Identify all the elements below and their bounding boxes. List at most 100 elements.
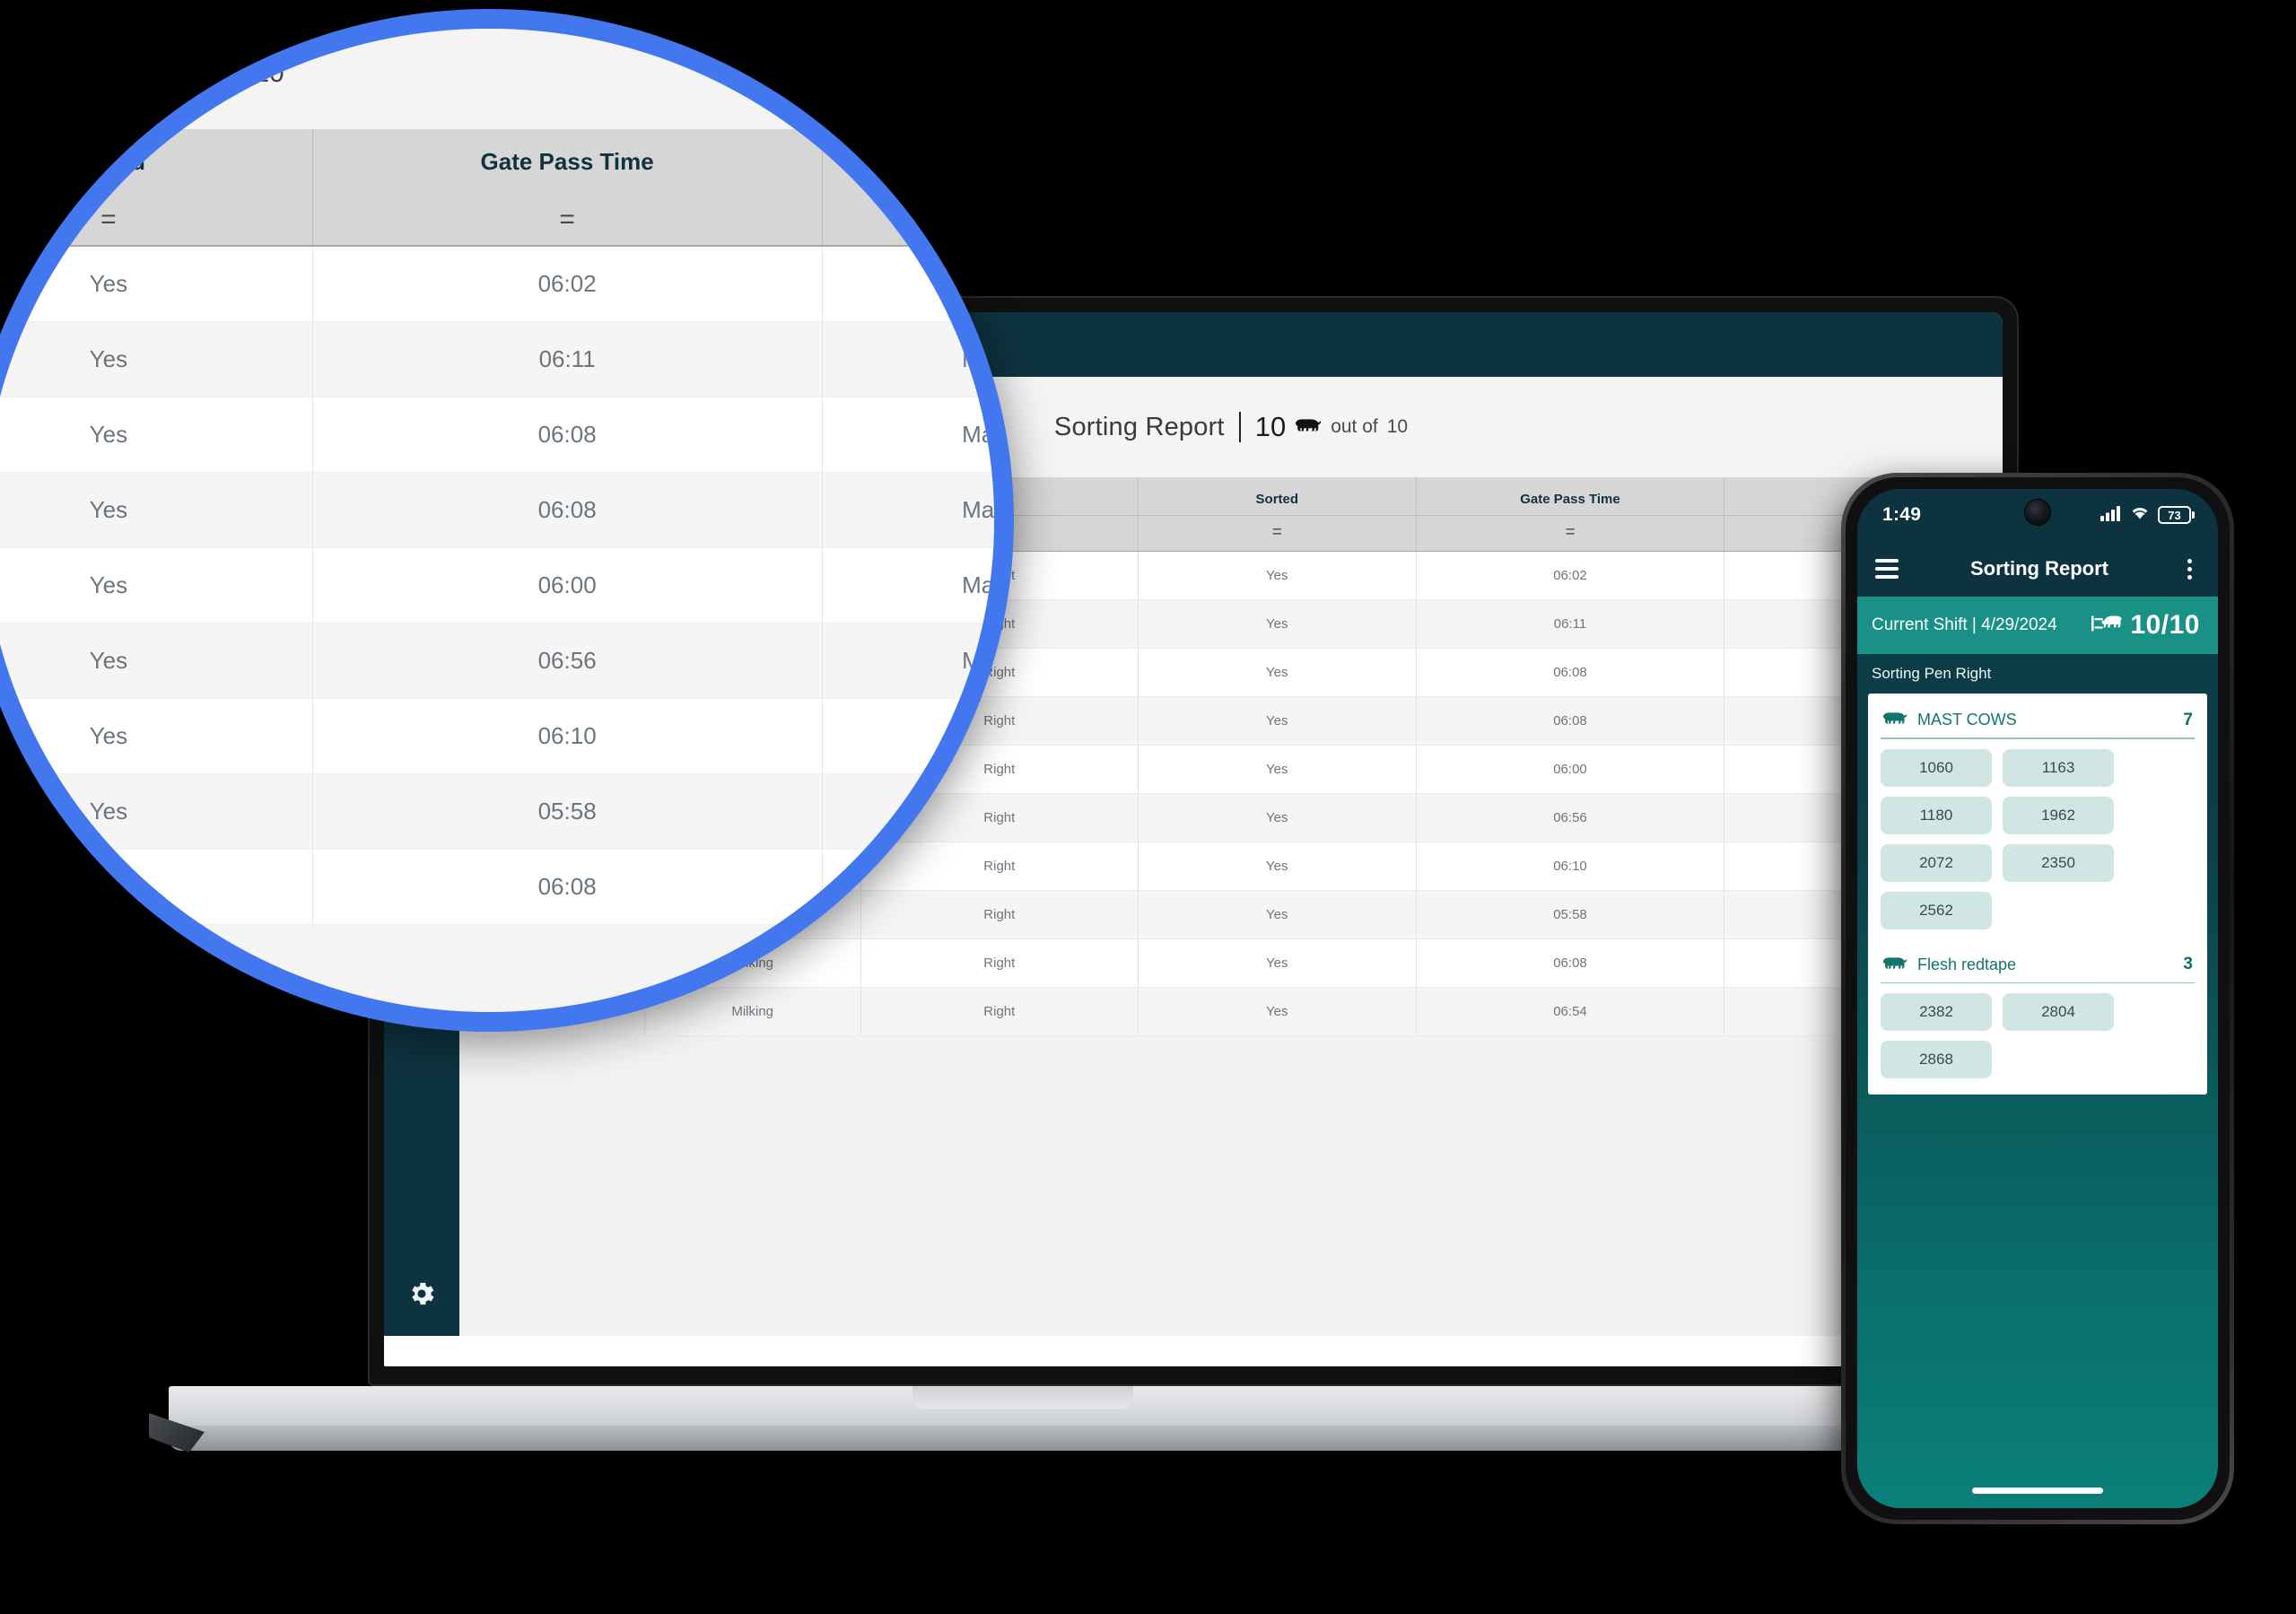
magnified-cell-gate-pass-time: 06:11 <box>312 321 823 397</box>
group-count: 3 <box>2183 955 2193 973</box>
cellular-signal-icon <box>2100 505 2122 526</box>
sorted-count: 10 <box>1254 411 1287 442</box>
magnified-table-row[interactable]: Yes05:58Manual <box>0 773 994 850</box>
cow-tag[interactable]: 1962 <box>2003 796 2114 834</box>
group-header[interactable]: MAST COWS 7 <box>1879 704 2196 737</box>
hamburger-menu-icon[interactable] <box>1875 559 1899 579</box>
kebab-menu-icon[interactable] <box>2180 558 2198 580</box>
shift-progress: 10/10 <box>2091 610 2200 641</box>
cow-tag-list: 2382 2804 2868 <box>1879 993 2196 1082</box>
magnified-column-header-gate-pass-time[interactable]: Gate Pass Time <box>312 129 823 194</box>
magnified-cell-sorted: Yes <box>0 623 313 699</box>
cell-gate-pass-time: 06:11 <box>1416 599 1725 649</box>
cow-tag[interactable]: 2382 <box>1881 993 1992 1031</box>
magnified-cell-gate-pass-time: 06:08 <box>312 849 823 925</box>
status-time: 1:49 <box>1882 504 1922 525</box>
magnified-cell-source: Manual <box>822 623 994 699</box>
cell-gate-pass-time: 06:08 <box>1416 648 1725 697</box>
status-indicators: 73 <box>2100 505 2195 526</box>
filter-glyph: = <box>100 204 117 234</box>
magnified-table-row[interactable]: Yes06:00Manual <box>0 547 994 624</box>
gear-icon[interactable] <box>406 1278 437 1309</box>
magnified-cell-gate-pass-time: 06:56 <box>312 623 823 699</box>
phone-page-title: Sorting Report <box>1970 557 2108 580</box>
filter-sorted[interactable]: = <box>1138 515 1417 552</box>
total-count: 10 <box>1386 416 1409 437</box>
magnified-column-header-sorted[interactable]: Sorted <box>0 129 313 194</box>
magnified-cell-source: Manual <box>822 698 994 774</box>
cell-gate-pass-time: 06:00 <box>1416 745 1725 794</box>
magnified-sorted-count: 10 <box>74 52 118 94</box>
table-empty-area <box>459 1035 2003 1336</box>
magnified-table-row[interactable]: Yes06:10Manual <box>0 698 994 774</box>
cell-pen: Right <box>860 938 1139 988</box>
magnified-cell-gate-pass-time: 06:02 <box>312 246 823 322</box>
group-name: Flesh redtape <box>1917 955 2017 973</box>
phone-device: 1:49 73 Sorting Report Current Shift | 4… <box>1841 473 2234 1524</box>
table-row[interactable]: 2868MilkingRightYes06:54Manual <box>459 987 2003 1036</box>
cow-tag[interactable]: 1060 <box>1881 748 1992 787</box>
title-divider <box>1238 412 1241 442</box>
group-divider <box>1881 737 2195 739</box>
home-indicator[interactable] <box>1857 1472 2218 1508</box>
magnified-cell-sorted: Yes <box>0 773 313 850</box>
cow-tag[interactable]: 2868 <box>1881 1041 1992 1078</box>
promo-composite: Sorting Report 10 out of 10 Sorted Gate … <box>0 0 2296 1614</box>
filter-gate-pass-time[interactable]: = <box>1416 515 1725 552</box>
magnified-cell-source: Manual <box>822 472 994 548</box>
filter-glyph: = <box>1565 523 1576 542</box>
cell-gate-pass-time: 06:08 <box>1416 696 1725 746</box>
cell-sorted: Yes <box>1138 648 1417 697</box>
cow-tag-list: 1060 1163 1180 1962 2072 2350 2562 <box>1879 748 2196 933</box>
magnified-cell-sorted: Yes <box>0 321 313 397</box>
group-divider <box>1881 981 2195 983</box>
cell-sorted: Yes <box>1138 842 1417 891</box>
gate-sort-icon <box>2091 612 2123 640</box>
cow-tag[interactable]: 2072 <box>1881 843 1992 882</box>
magnified-cell-sorted: Yes <box>0 547 313 624</box>
cow-tag[interactable]: 2804 <box>2003 993 2114 1031</box>
group-header[interactable]: Flesh redtape 3 <box>1879 949 2196 982</box>
cow-tag[interactable]: 1180 <box>1881 796 1992 834</box>
battery-percentage: 73 <box>2168 508 2181 522</box>
filter-glyph: = <box>1271 523 1282 542</box>
laptop-base <box>149 1386 1876 1456</box>
shift-count: 10/10 <box>2130 610 2200 640</box>
magnified-table-row[interactable]: Yes06:08Manual <box>0 397 994 473</box>
magnified-top-bar <box>174 9 910 18</box>
column-header-gate-pass-time[interactable]: Gate Pass Time <box>1416 477 1725 516</box>
phone-app-bar: Sorting Report <box>1857 541 2218 597</box>
cow-icon <box>1295 416 1322 438</box>
magnified-title-divider <box>61 53 65 94</box>
cow-tag[interactable]: 2562 <box>1881 891 1992 929</box>
magnified-table-row[interactable]: 06:08 <box>0 849 994 925</box>
magnified-table-row[interactable]: Yes06:02Manual <box>0 246 994 322</box>
battery-icon: 73 <box>2158 506 2195 524</box>
magnified-total: 10 <box>254 58 284 88</box>
filter-glyph: = <box>559 204 575 234</box>
magnified-table-row[interactable]: Yes06:11Manual <box>0 321 994 397</box>
magnified-filter-gate-pass-time[interactable]: = <box>312 194 823 247</box>
magnified-content: t 10 out of 10 Sorted Gate Pass Time = =… <box>0 9 994 925</box>
cell-gate-pass-time: 06:10 <box>1416 842 1725 891</box>
cell-sorted: Yes <box>1138 696 1417 746</box>
magnified-column-header-source[interactable] <box>822 129 994 194</box>
cell-sorted: Yes <box>1138 551 1417 600</box>
magnified-cell-source: Manual <box>822 547 994 624</box>
magnified-filter-source[interactable] <box>822 194 994 247</box>
magnified-report-header: t 10 out of 10 <box>0 29 994 129</box>
cow-tag[interactable]: 1163 <box>2003 748 2114 787</box>
magnified-table-row[interactable]: Yes06:56Manual <box>0 623 994 699</box>
cell-sorted: Yes <box>1138 599 1417 649</box>
column-header-sorted[interactable]: Sorted <box>1138 477 1417 516</box>
cell-gate-pass-time: 06:08 <box>1416 938 1725 988</box>
magnified-cell-source: Manual <box>822 321 994 397</box>
cell-gate-pass-time: 06:02 <box>1416 551 1725 600</box>
magnified-table-row[interactable]: Yes06:08Manual <box>0 472 994 548</box>
page-title: Sorting Report <box>1053 412 1225 441</box>
cow-tag[interactable]: 2350 <box>2003 843 2114 882</box>
battery-tip <box>2192 511 2195 519</box>
magnified-filter-sorted[interactable]: = <box>0 194 313 247</box>
out-of-label: out of <box>1331 416 1378 437</box>
